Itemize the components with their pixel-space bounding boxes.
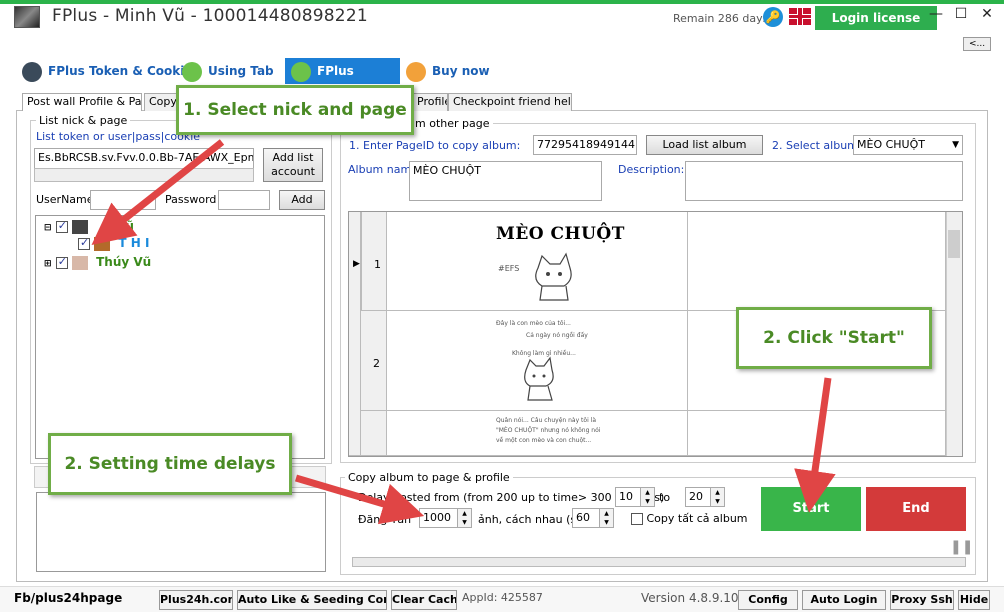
callout-click-start: 2. Click "Start" xyxy=(736,307,932,369)
appid-label: AppId: 425587 xyxy=(462,591,543,604)
clear-cache-button[interactable]: Clear Cache xyxy=(391,590,457,610)
annotation-arrows xyxy=(91,139,836,525)
auto-login-button[interactable]: Auto Login xyxy=(802,590,886,610)
status-page-link[interactable]: Fb/plus24hpage xyxy=(14,591,122,605)
proxy-ssh-button[interactable]: Proxy Ssh xyxy=(890,590,954,610)
auto-like-button[interactable]: Auto Like & Seeding Com... xyxy=(237,590,387,610)
hide-button[interactable]: Hide xyxy=(958,590,990,610)
config-button[interactable]: Config xyxy=(738,590,798,610)
arrow-to-start xyxy=(794,377,836,513)
arrow-to-nick xyxy=(91,139,225,246)
version-label: Version 4.8.9.10 xyxy=(641,591,739,605)
plus24h-button[interactable]: Plus24h.com xyxy=(159,590,233,610)
arrow-to-delay xyxy=(295,474,425,525)
callout-time-delays: 2. Setting time delays xyxy=(48,433,292,495)
callout-select-nick: 1. Select nick and page xyxy=(176,85,414,135)
